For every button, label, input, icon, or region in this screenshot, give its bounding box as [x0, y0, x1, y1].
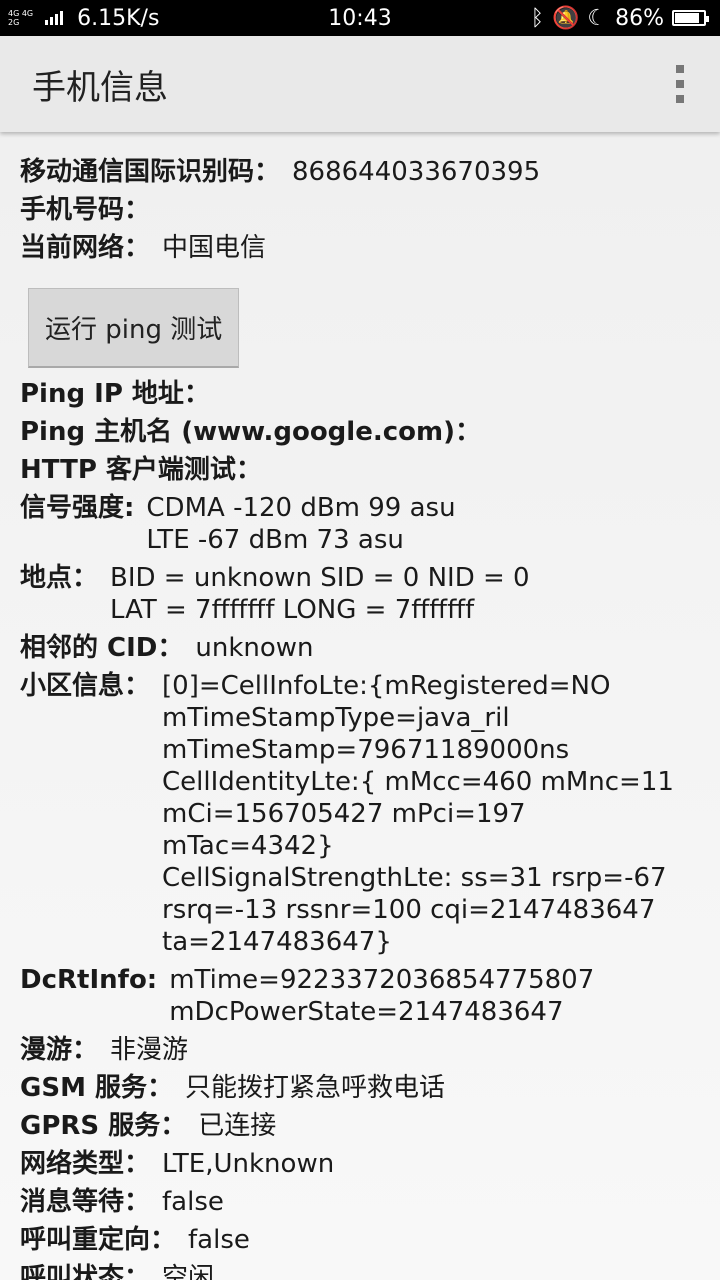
- detail-label: 信号强度:: [20, 493, 135, 523]
- detail-label: Ping 主机名 (www.google.com)：: [20, 417, 481, 447]
- detail-label: GSM 服务：: [20, 1073, 173, 1103]
- detail-label: 呼叫状态：: [20, 1263, 151, 1280]
- details-list: Ping IP 地址： Ping 主机名 (www.google.com)： HTT…: [20, 378, 700, 1280]
- signal-strength-icon: [45, 11, 64, 25]
- status-bar: 4G 4G 2G 6.15K/s 10:43 ᛒ 🔕 ☾ 86%: [0, 0, 720, 36]
- detail-value: LTE,Unknown: [162, 1149, 335, 1179]
- detail-value: mTime=9223372036854775807 mDcPowerState=…: [169, 965, 595, 1027]
- network-speed: 6.15K/s: [77, 5, 160, 31]
- page-title: 手机信息: [32, 67, 168, 108]
- detail-row: 消息等待： false: [20, 1186, 700, 1218]
- detail-label: 消息等待：: [20, 1187, 151, 1217]
- battery-icon: [672, 10, 709, 26]
- detail-row: 地点： BID = unknown SID = 0 NID = 0 LAT = 7…: [20, 562, 700, 626]
- detail-row: 信号强度: CDMA -120 dBm 99 asu LTE -67 dBm 73…: [20, 492, 700, 556]
- detail-label: Ping IP 地址：: [20, 379, 210, 409]
- detail-value: CDMA -120 dBm 99 asu LTE -67 dBm 73 asu: [146, 493, 456, 555]
- detail-row: GPRS 服务： 已连接: [20, 1110, 700, 1142]
- current-network-row: 当前网络： 中国电信: [20, 232, 700, 264]
- run-ping-test-button[interactable]: 运行 ping 测试: [28, 288, 240, 368]
- current-network-label: 当前网络：: [20, 233, 151, 263]
- clock: 10:43: [328, 5, 392, 31]
- detail-row: DcRtInfo: mTime=9223372036854775807 mDcPo…: [20, 964, 700, 1028]
- phone-info-content: 移动通信国际识别码： 868644033670395 手机号码： 当前网络： 中…: [0, 132, 720, 1280]
- detail-label: 地点：: [20, 563, 99, 593]
- imei-row: 移动通信国际识别码： 868644033670395: [20, 156, 700, 188]
- detail-label: GPRS 服务：: [20, 1111, 187, 1141]
- detail-value: unknown: [195, 633, 314, 663]
- phone-number-row: 手机号码：: [20, 194, 700, 226]
- detail-label: 相邻的 CID：: [20, 633, 184, 663]
- battery-percent: 86%: [615, 5, 664, 31]
- detail-value: 已连接: [198, 1111, 277, 1141]
- status-right: ᛒ 🔕 ☾ 86%: [530, 5, 709, 31]
- detail-row: Ping 主机名 (www.google.com)：: [20, 416, 700, 448]
- detail-value: 只能拨打紧急呼救电话: [185, 1073, 446, 1103]
- detail-value: false: [162, 1187, 224, 1217]
- overflow-menu-icon[interactable]: [672, 57, 688, 111]
- bluetooth-icon: ᛒ: [530, 5, 544, 31]
- app-bar: 手机信息: [0, 36, 720, 132]
- detail-row: HTTP 客户端测试：: [20, 454, 700, 486]
- imei-label: 移动通信国际识别码：: [20, 157, 281, 187]
- imei-value: 868644033670395: [292, 157, 541, 187]
- detail-label: 漫游：: [20, 1035, 99, 1065]
- detail-label: HTTP 客户端测试：: [20, 455, 262, 485]
- detail-row: GSM 服务： 只能拨打紧急呼救电话: [20, 1072, 700, 1104]
- network-type-badge: 4G 4G 2G: [8, 9, 34, 27]
- detail-value: BID = unknown SID = 0 NID = 0 LAT = 7fff…: [110, 563, 530, 625]
- detail-row: 小区信息： [0]=CellInfoLte:{mRegistered=NO mTi…: [20, 670, 700, 958]
- detail-value: 非漫游: [110, 1035, 189, 1065]
- mute-bell-icon: 🔕: [551, 5, 580, 31]
- detail-label: 呼叫重定向：: [20, 1225, 177, 1255]
- detail-row: 相邻的 CID： unknown: [20, 632, 700, 664]
- current-network-value: 中国电信: [162, 233, 267, 263]
- status-left: 4G 4G 2G 6.15K/s: [8, 6, 159, 31]
- detail-label: 网络类型：: [20, 1149, 151, 1179]
- detail-row: 网络类型： LTE,Unknown: [20, 1148, 700, 1180]
- detail-value: 空闲: [162, 1263, 215, 1280]
- phone-number-label: 手机号码：: [20, 195, 151, 225]
- detail-value: false: [188, 1225, 250, 1255]
- detail-row: 呼叫重定向： false: [20, 1224, 700, 1256]
- detail-row: 漫游： 非漫游: [20, 1034, 700, 1066]
- detail-label: 小区信息：: [20, 671, 151, 701]
- detail-row: Ping IP 地址：: [20, 378, 700, 410]
- moon-icon: ☾: [587, 5, 608, 31]
- detail-row: 呼叫状态： 空闲: [20, 1262, 700, 1280]
- detail-value: [0]=CellInfoLte:{mRegistered=NO mTimeSta…: [162, 671, 674, 957]
- detail-label: DcRtInfo:: [20, 965, 158, 995]
